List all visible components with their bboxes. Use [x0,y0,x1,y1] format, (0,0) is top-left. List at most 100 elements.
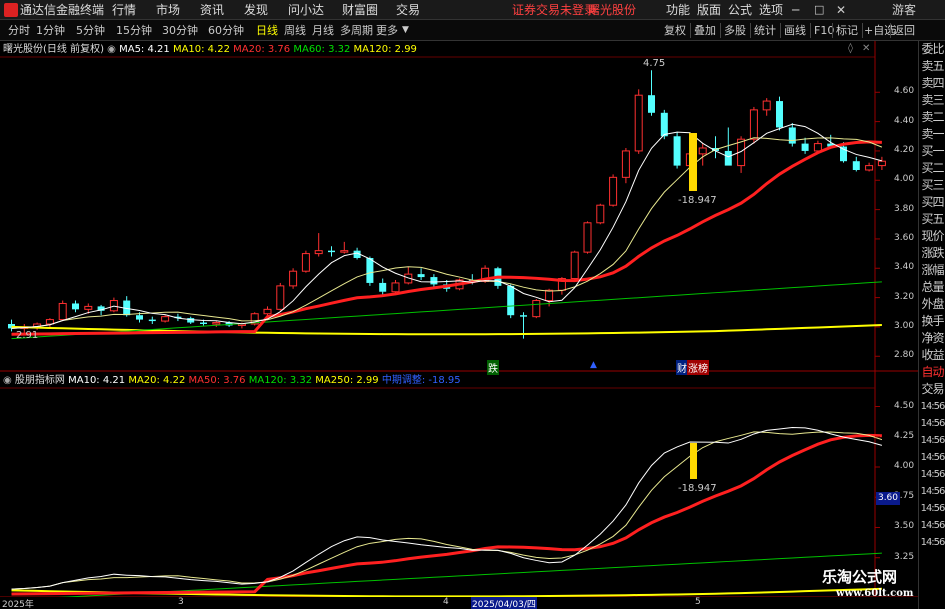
side-tab[interactable]: 卖三 [919,92,945,109]
candle-body [507,285,515,316]
candle-body [212,322,221,325]
sub-y-tick: 3.25 [894,551,915,562]
sub-y-tick: 4.50 [894,400,915,411]
candle-body [200,322,207,324]
side-time: 14:56 [920,537,945,548]
main-y-tick: 4.20 [894,144,915,155]
sub-y-tick: 4.00 [894,460,915,471]
side-tab[interactable]: 买四 [919,194,945,211]
x-label-april: 4 [443,597,449,607]
candle-body [877,160,886,167]
ma20-line [11,140,882,336]
main-y-tick: 3.20 [894,291,915,302]
side-tab[interactable]: 收益 [919,347,945,364]
side-tab[interactable]: 现价 [919,228,945,245]
side-time: 14:56 [920,520,945,531]
side-tab[interactable]: 卖五 [919,58,945,75]
candle-body [788,127,796,144]
candle-body [634,94,643,152]
x-label-year: 2025年 [2,600,34,609]
candle-body [660,112,668,137]
side-time: 14:56 [920,486,945,497]
side-tab[interactable]: 卖四 [919,75,945,92]
candle-body [276,285,285,310]
side-tab[interactable]: 交易 [919,381,945,398]
side-tab[interactable]: 买五 [919,211,945,228]
candle-body [58,302,67,321]
candle-body [801,143,809,151]
side-time: 14:56 [920,469,945,480]
x-label-cursor-date: 2025/04/03/四 [471,597,537,609]
event-zhangbang-badge[interactable]: 涨榜 [687,360,709,375]
main-y-tick: 4.00 [894,174,915,185]
main-y-tick: 4.60 [894,86,915,97]
main-y-tick: 3.80 [894,203,915,214]
side-tab[interactable]: 净资 [919,330,945,347]
candle-body [430,277,438,285]
side-time: 14:56 [920,418,945,429]
side-time: 14:56 [920,401,945,412]
candle-body [583,222,592,253]
candle-body [366,258,374,283]
candle-body [148,319,156,322]
marker-value-sub: -18.947 [678,483,717,494]
sub-y-tick: 4.25 [894,430,915,441]
candle-body [161,316,170,322]
candle-body [762,100,771,111]
candle-body [865,165,874,171]
candle-body [45,319,54,325]
side-tab[interactable]: 卖一 [919,126,945,143]
kline-chart[interactable] [0,0,945,609]
ma10-line [11,137,883,329]
side-tab[interactable]: 自动 [919,364,945,381]
candle-body [749,109,758,140]
x-label-march: 3 [178,597,184,607]
candle-body [136,315,143,320]
candle-body [673,136,681,166]
side-time: 14:56 [920,503,945,514]
side-tab[interactable]: 买一 [919,143,945,160]
candle-body [596,204,605,224]
side-tab[interactable]: 买二 [919,160,945,177]
sub-ma10-line [11,427,883,590]
quote-side-panel: 委比 卖五 卖四 卖三 卖二 卖一 买一 买二 买三 买四 买五 现价 涨跌 涨幅 总量 外盘 换手 净资 收益 自动… [918,41,945,609]
event-die-badge[interactable]: 跌 [487,360,499,375]
main-y-tick: 2.80 [894,350,915,361]
marker-value-main: -18.947 [678,195,717,206]
candle-body [289,270,298,287]
x-axis: 2025年 3 4 2025/04/03/四 5 [0,597,918,609]
side-tab[interactable]: 总量 [919,279,945,296]
yellow-marker-main [689,133,697,191]
main-y-tick: 4.40 [894,115,915,126]
candle-body [391,282,400,293]
main-y-tick: 3.00 [894,320,915,331]
candle-body [263,308,272,315]
side-tab[interactable]: 涨跌 [919,245,945,262]
sub-y-tick: 3.50 [894,521,915,532]
candle-body [776,101,783,128]
side-tab[interactable]: 换手 [919,313,945,330]
candle-body [532,300,541,318]
event-arrow-icon[interactable]: ▲ [590,360,597,370]
side-tab[interactable]: 委比 [919,41,945,58]
side-tab[interactable]: 外盘 [919,296,945,313]
candle-body [813,143,822,152]
candle-body [187,318,195,323]
candle-body [314,250,323,255]
main-y-tick: 3.60 [894,232,915,243]
candle-body [379,282,387,292]
ma5-line [11,123,883,329]
candle-body [340,250,349,253]
candle-body [417,274,425,278]
side-time: 14:56 [920,435,945,446]
candle-body [724,150,732,166]
side-tab[interactable]: 卖二 [919,109,945,126]
side-tab[interactable]: 涨幅 [919,262,945,279]
yellow-marker-sub [690,443,697,479]
side-tab[interactable]: 买三 [919,177,945,194]
candle-body [72,303,79,310]
x-label-may: 5 [695,597,701,607]
watermark-title: 乐淘公式网 [822,568,898,586]
candle-body [698,147,707,155]
candle-body [84,305,93,310]
